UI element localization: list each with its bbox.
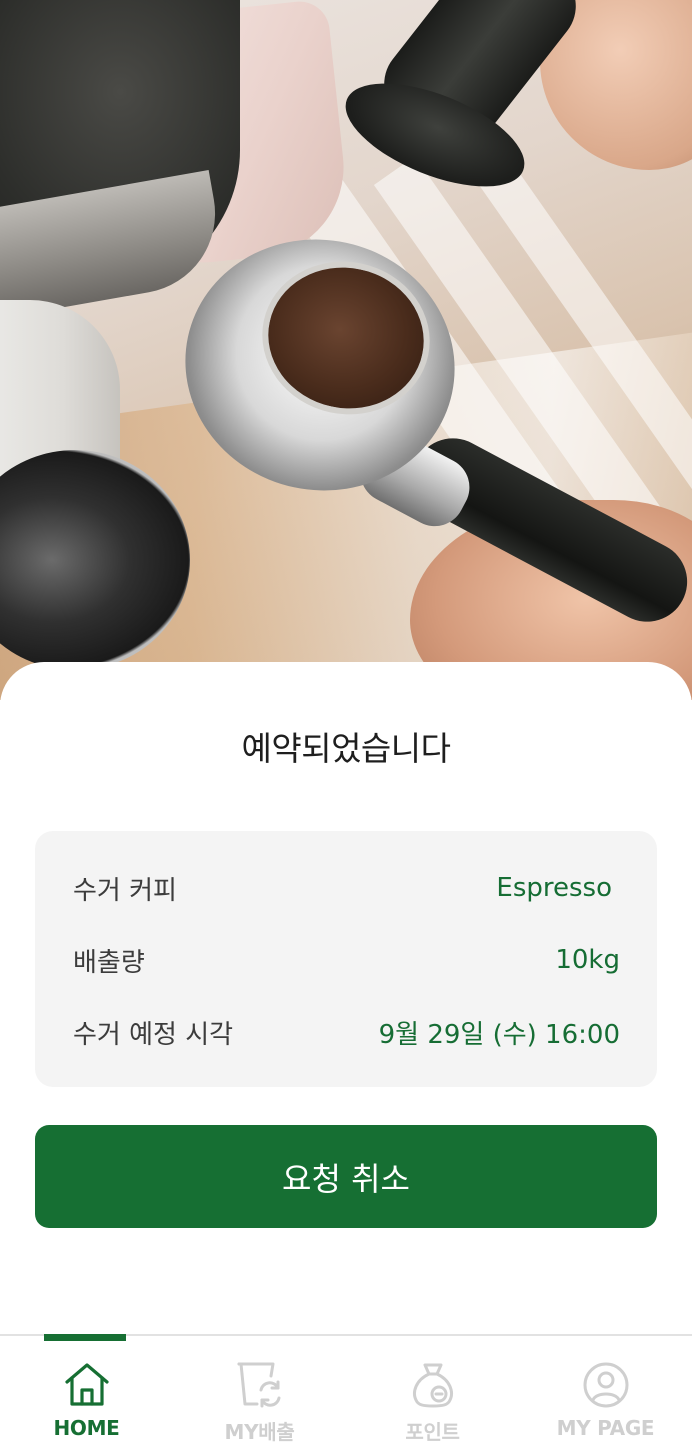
nav-label-my-disposal: MY배출 <box>224 1420 295 1444</box>
nav-label-my-page: MY PAGE <box>556 1416 655 1440</box>
coffee-label: 수거 커피 <box>73 875 177 906</box>
nav-item-point[interactable]: 포인트 <box>346 1336 519 1444</box>
sheet-title: 예약되었습니다 <box>241 729 451 768</box>
amount-label: 배출량 <box>73 947 145 978</box>
confirmation-sheet: 예약되었습니다 수거 커피 Espresso 배출량 10kg 수거 예정 시각… <box>0 662 692 1444</box>
active-tab-indicator <box>44 1334 126 1341</box>
nav-item-home[interactable]: HOME <box>0 1334 173 1444</box>
info-row-coffee: 수거 커피 Espresso <box>73 868 620 908</box>
point-bag-icon <box>412 1363 453 1408</box>
nav-item-my-disposal[interactable]: MY배출 <box>173 1336 346 1444</box>
coffee-value: Espresso <box>496 873 612 903</box>
info-row-pickup-time: 수거 예정 시각 9월 29일 (수) 16:00 <box>73 1012 620 1052</box>
profile-icon <box>583 1362 628 1408</box>
info-row-amount: 배출량 10kg <box>73 940 620 980</box>
bottom-nav: HOME MY배출 포인트 MY PAGE <box>0 1334 692 1444</box>
pickup-time-value: 9월 29일 (수) 16:00 <box>378 1019 620 1050</box>
amount-value: 10kg <box>555 945 620 975</box>
pickup-time-label: 수거 예정 시각 <box>73 1019 234 1050</box>
disposal-bin-icon <box>237 1362 280 1408</box>
nav-item-my-page[interactable]: MY PAGE <box>519 1336 692 1444</box>
nav-label-home: HOME <box>53 1416 120 1440</box>
cancel-request-button[interactable]: 요청 취소 <box>35 1125 657 1228</box>
home-icon <box>64 1363 109 1406</box>
reservation-info-card: 수거 커피 Espresso 배출량 10kg 수거 예정 시각 9월 29일 … <box>35 831 657 1087</box>
nav-label-point: 포인트 <box>405 1420 460 1444</box>
hero-image <box>0 0 692 700</box>
